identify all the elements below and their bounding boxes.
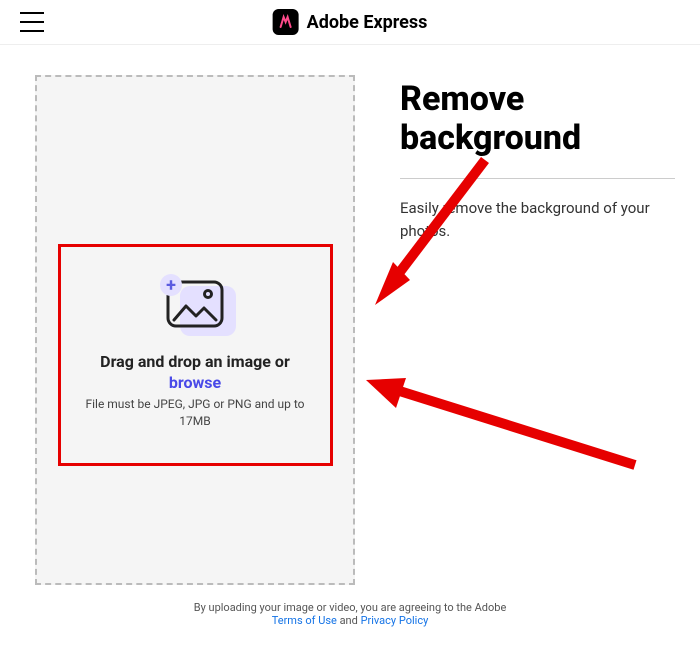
- upload-dropzone[interactable]: + Drag and drop an image or browse File …: [35, 75, 355, 585]
- dropzone-highlight: + Drag and drop an image or browse File …: [58, 244, 333, 466]
- header: Adobe Express: [0, 0, 700, 45]
- brand: Adobe Express: [273, 9, 428, 35]
- adobe-express-logo-icon: [273, 9, 299, 35]
- footer-text: By uploading your image or video, you ar…: [194, 601, 507, 614]
- footer-and: and: [337, 614, 361, 627]
- file-hint: File must be JPEG, JPG or PNG and up to …: [81, 396, 310, 430]
- page-title: Remove background: [400, 80, 675, 158]
- browse-link[interactable]: browse: [169, 373, 221, 392]
- terms-link[interactable]: Terms of Use: [272, 614, 337, 627]
- info-panel: Remove background Easily remove the back…: [400, 75, 675, 585]
- divider: [400, 178, 675, 179]
- privacy-link[interactable]: Privacy Policy: [361, 614, 429, 627]
- image-upload-icon: +: [166, 280, 224, 332]
- page-subtitle: Easily remove the background of your pho…: [400, 197, 675, 242]
- menu-icon[interactable]: [20, 12, 44, 32]
- footer: By uploading your image or video, you ar…: [0, 601, 700, 627]
- content: + Drag and drop an image or browse File …: [0, 45, 700, 595]
- drop-title: Drag and drop an image or: [100, 352, 290, 371]
- brand-name: Adobe Express: [307, 12, 428, 33]
